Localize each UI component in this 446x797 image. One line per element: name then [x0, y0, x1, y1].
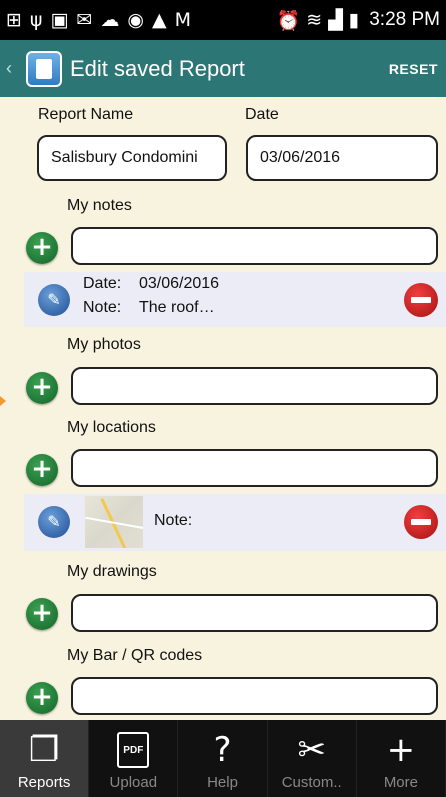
plus-icon: +	[386, 730, 416, 770]
drawing-input[interactable]	[71, 594, 438, 632]
reports-icon: ❐	[28, 730, 60, 770]
drawings-section-label: My drawings	[67, 563, 157, 580]
sync-icon: ◉	[127, 9, 144, 31]
location-list-item[interactable]: ✎ Note:	[24, 494, 446, 551]
edit-location-button[interactable]: ✎	[38, 506, 70, 538]
date-label: Date	[245, 106, 279, 123]
photos-section-label: My photos	[67, 336, 141, 353]
app-logo-icon[interactable]	[26, 50, 62, 87]
warning-icon: ▲	[151, 9, 167, 31]
nav-custom[interactable]: ✂ Custom..	[268, 720, 357, 797]
wifi-icon: ≋	[306, 9, 323, 31]
codes-section-label: My Bar / QR codes	[67, 647, 203, 664]
code-input[interactable]	[71, 677, 438, 715]
system-icons: ⏰ ≋ ▟ ▮ 3:28 PM	[277, 9, 440, 32]
reset-button[interactable]: RESET	[389, 61, 438, 77]
location-note-label: Note:	[154, 512, 193, 529]
page-title: Edit saved Report	[70, 55, 245, 81]
status-bar: ⊞ ψ ▣ ✉ ☁ ◉ ▲ M ⏰ ≋ ▟ ▮ 3:28 PM	[0, 0, 446, 40]
locations-section-label: My locations	[67, 419, 156, 436]
back-chevron-icon[interactable]: ‹	[6, 58, 26, 79]
action-bar: ‹ Edit saved Report RESET	[0, 40, 446, 97]
nav-reports-label: Reports	[17, 774, 71, 791]
pdf-icon: PDF	[117, 732, 150, 768]
report-name-input[interactable]: Salisbury Condomini	[37, 135, 227, 181]
plus-box-icon: ⊞	[6, 9, 22, 31]
note-date-value: 03/06/2016	[139, 275, 220, 292]
nav-help[interactable]: ? Help	[178, 720, 268, 797]
edit-note-button[interactable]: ✎	[38, 284, 70, 316]
add-code-button[interactable]: +	[26, 682, 58, 714]
signal-icon: ▟	[328, 9, 343, 31]
report-form: Report Name Date Salisbury Condomini 03/…	[0, 97, 446, 719]
date-input[interactable]: 03/06/2016	[246, 135, 438, 181]
nav-help-label: Help	[207, 774, 238, 791]
delete-location-button[interactable]	[404, 505, 438, 539]
map-thumbnail	[85, 496, 143, 548]
tools-icon: ✂	[297, 730, 326, 770]
note-date-label: Date:	[83, 275, 122, 292]
usb-icon: ψ	[29, 9, 43, 31]
location-input[interactable]	[71, 449, 438, 487]
notification-icons: ⊞ ψ ▣ ✉ ☁ ◉ ▲ M	[6, 9, 191, 31]
nav-custom-label: Custom..	[281, 774, 342, 791]
add-photo-button[interactable]: +	[26, 372, 58, 404]
mail-icon: ✉	[76, 9, 93, 31]
image-icon: ▣	[50, 9, 69, 31]
help-icon: ?	[213, 730, 232, 770]
add-drawing-button[interactable]: +	[26, 598, 58, 630]
nav-upload-label: Upload	[109, 774, 158, 791]
nav-more[interactable]: + More	[357, 720, 446, 797]
nav-more-label: More	[383, 774, 418, 791]
scroll-marker-icon	[0, 396, 6, 406]
nav-reports[interactable]: ❐ Reports	[0, 720, 90, 797]
alarm-icon: ⏰	[276, 9, 301, 32]
note-list-item[interactable]: ✎ Date: 03/06/2016 Note: The roof…	[24, 272, 446, 327]
battery-icon: ▮	[348, 9, 360, 31]
notes-section-label: My notes	[67, 197, 132, 214]
note-text-value: The roof…	[139, 299, 215, 316]
delete-note-button[interactable]	[404, 283, 438, 317]
add-location-button[interactable]: +	[26, 454, 58, 486]
note-input[interactable]	[71, 227, 438, 265]
photo-input[interactable]	[71, 367, 438, 405]
cloud-icon: ☁	[100, 9, 120, 31]
nav-upload[interactable]: PDF Upload	[89, 720, 179, 797]
report-name-label: Report Name	[38, 106, 134, 123]
note-text-label: Note:	[83, 299, 122, 316]
add-note-button[interactable]: +	[26, 232, 58, 264]
bottom-nav: ❐ Reports PDF Upload ? Help ✂ Custom.. +…	[0, 720, 446, 797]
gmail-icon: M	[174, 9, 191, 31]
status-time: 3:28 PM	[369, 9, 440, 30]
